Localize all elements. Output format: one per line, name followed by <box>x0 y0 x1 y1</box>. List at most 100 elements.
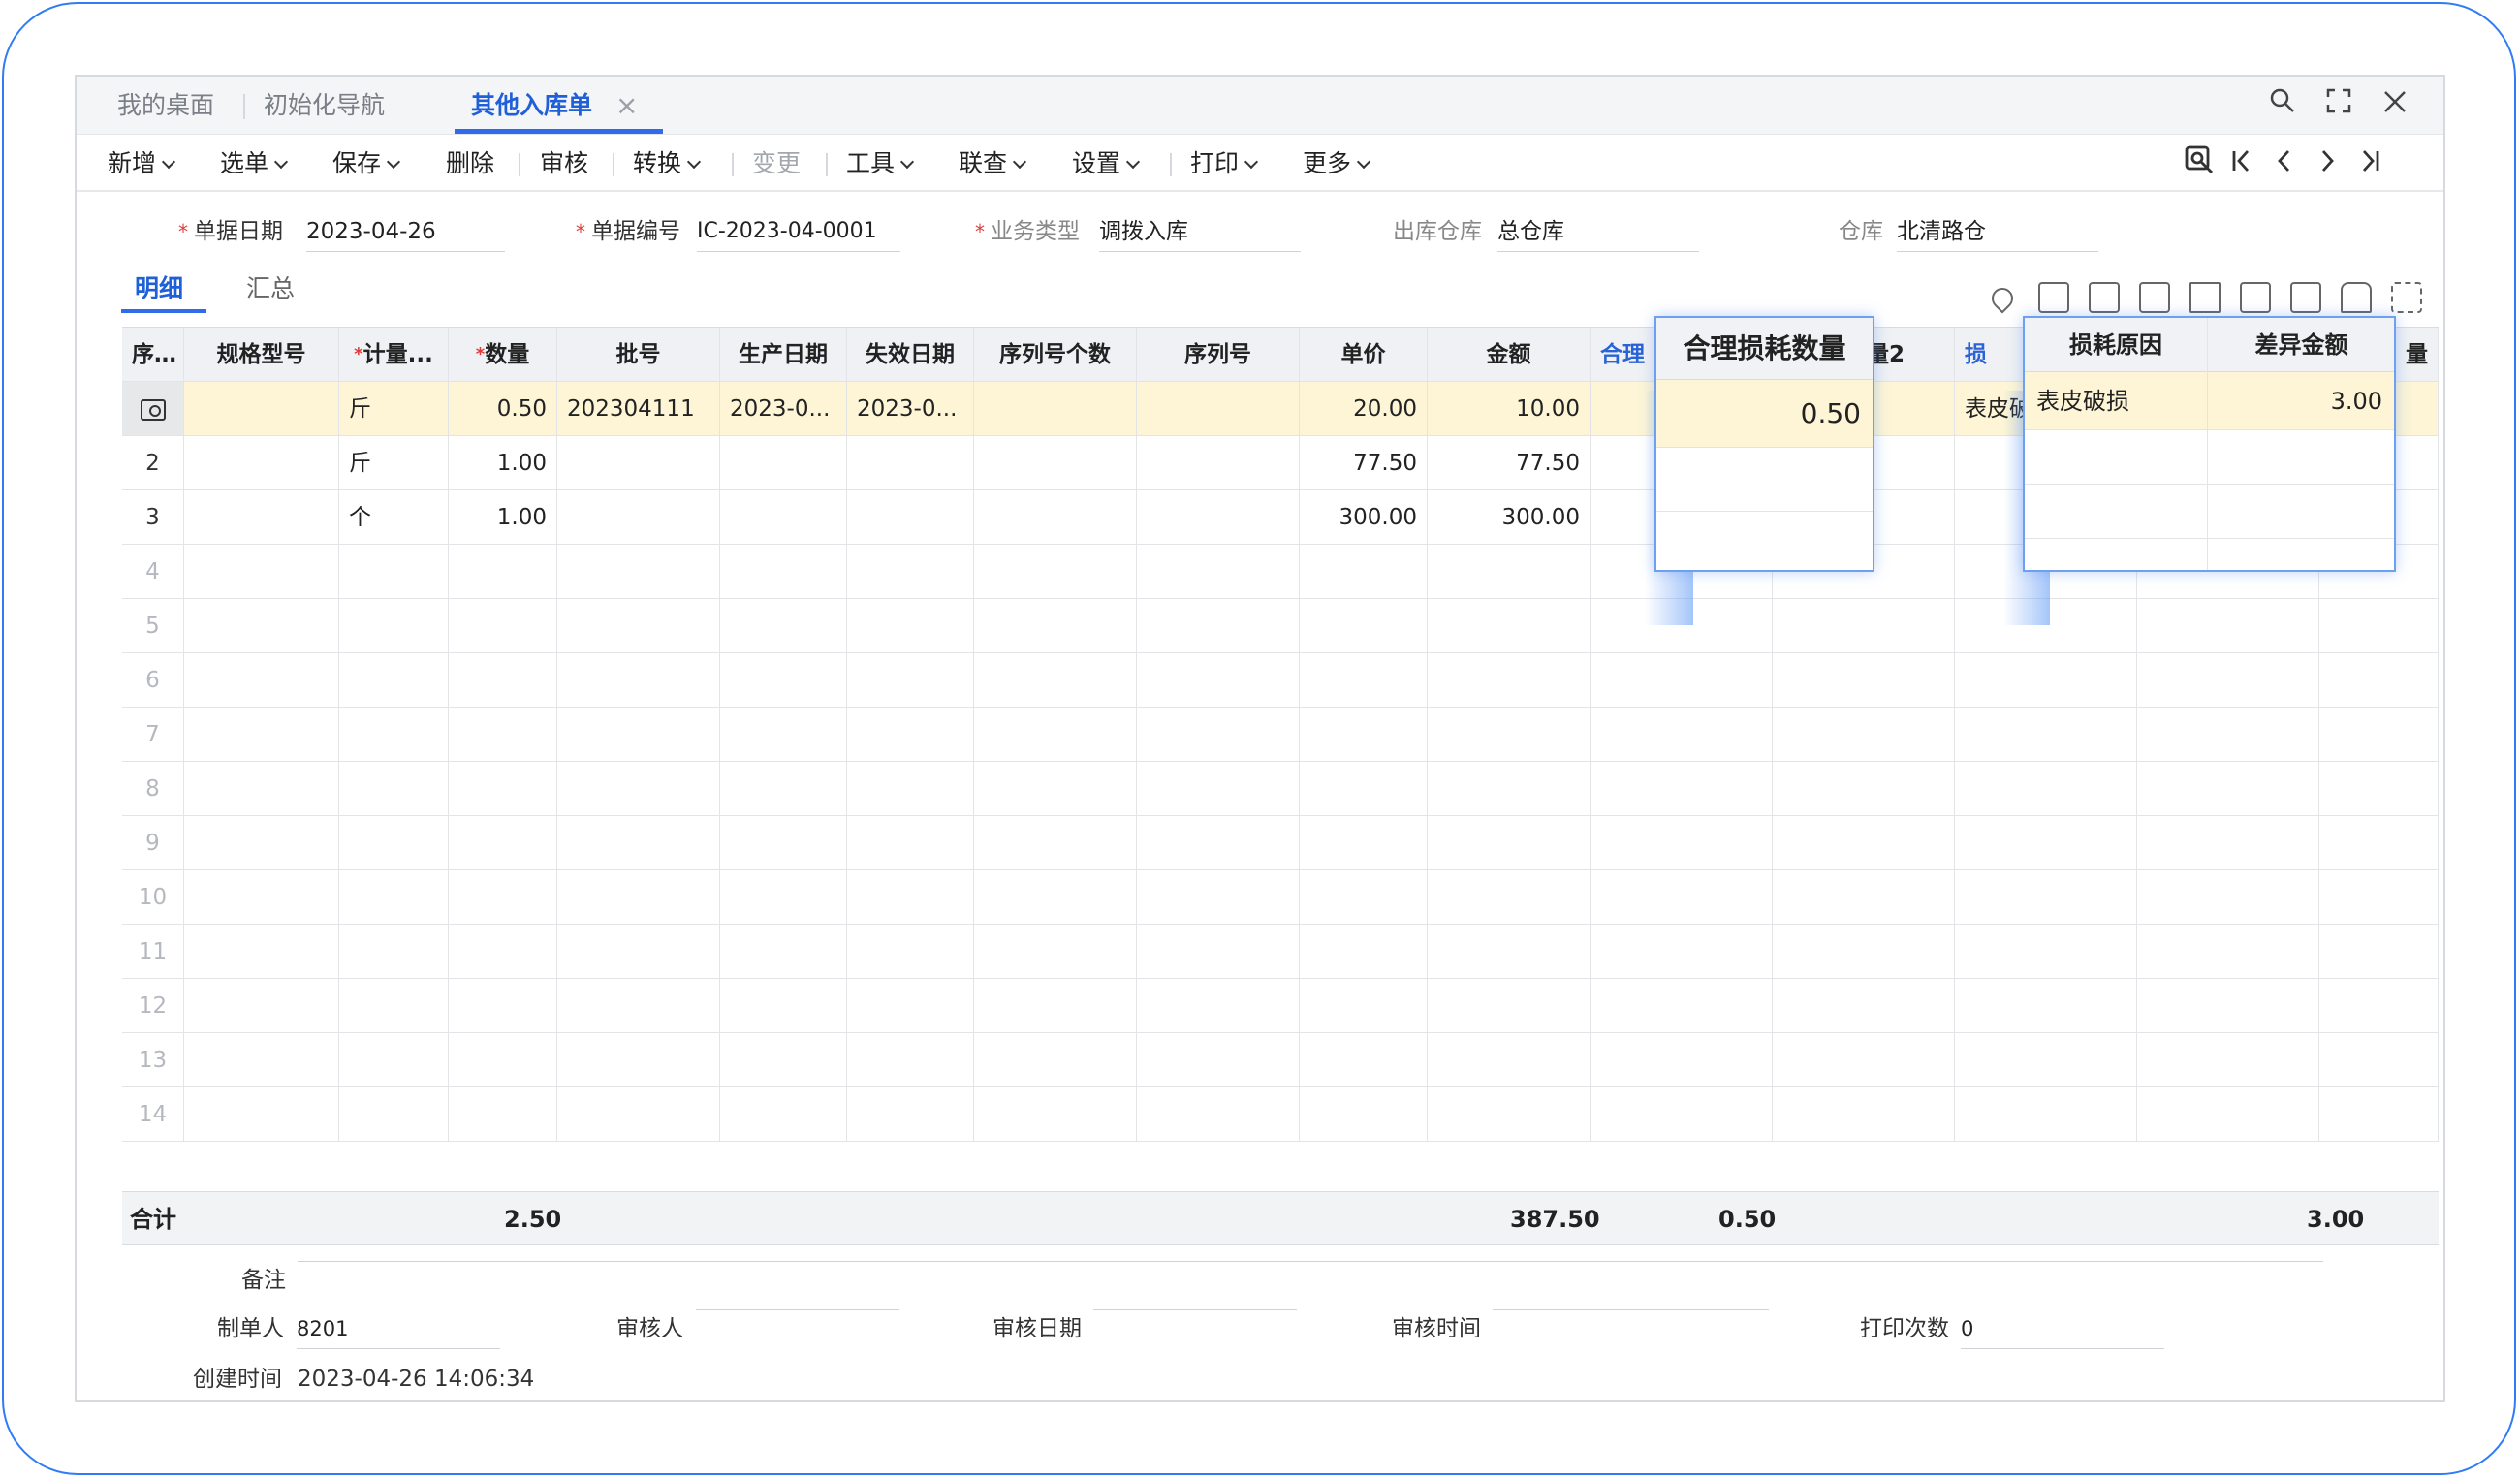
grid-cell[interactable] <box>1773 925 1955 978</box>
grid-cell[interactable] <box>1137 816 1300 869</box>
table-row[interactable]: 12 <box>122 979 2439 1033</box>
grid-cell[interactable] <box>184 599 339 652</box>
grid-cell[interactable] <box>1300 816 1428 869</box>
grid-cell[interactable] <box>449 762 557 815</box>
grid-cell[interactable] <box>1300 599 1428 652</box>
grid-cell[interactable] <box>339 816 449 869</box>
grid-cell[interactable] <box>339 925 449 978</box>
grid-cell[interactable] <box>557 762 720 815</box>
grid-cell[interactable] <box>2319 599 2439 652</box>
grid-cell[interactable] <box>557 708 720 761</box>
expand-grid-icon[interactable] <box>2391 282 2422 313</box>
grid-cell[interactable] <box>1137 1087 1300 1141</box>
remark-input[interactable] <box>298 1261 2323 1262</box>
grid-cell[interactable] <box>1955 925 2137 978</box>
grid-cell[interactable] <box>1591 1087 1773 1141</box>
grid-cell[interactable] <box>1591 979 1773 1032</box>
cell-exp-date[interactable]: 2023-0... <box>847 382 974 435</box>
grid-cell[interactable] <box>557 979 720 1032</box>
grid-cell[interactable] <box>1773 870 1955 924</box>
grid-cell[interactable] <box>1955 653 2137 707</box>
grid-cell[interactable] <box>1137 708 1300 761</box>
cell-sn-count[interactable] <box>974 382 1137 435</box>
grid-cell[interactable] <box>974 599 1137 652</box>
grid-cell[interactable] <box>184 545 339 598</box>
grid-cell[interactable] <box>1591 1033 1773 1086</box>
grid-cell[interactable] <box>1428 653 1591 707</box>
close-icon[interactable] <box>2376 86 2414 125</box>
grid-cell[interactable] <box>184 1087 339 1141</box>
grid-cell[interactable] <box>339 599 449 652</box>
export-icon[interactable] <box>2240 282 2271 313</box>
table-row[interactable]: 11 <box>122 925 2439 979</box>
search-icon[interactable] <box>2263 86 2302 125</box>
grid-cell[interactable] <box>974 1033 1137 1086</box>
cell-mfg-date[interactable] <box>720 436 847 489</box>
print-button[interactable]: 打印 <box>1190 136 1259 192</box>
cell-unit[interactable]: 斤 <box>339 382 449 435</box>
col-header-amount[interactable]: 金额 <box>1428 328 1591 381</box>
grid-cell[interactable] <box>720 762 847 815</box>
grid-cell[interactable] <box>720 1087 847 1141</box>
grid-cell[interactable] <box>557 653 720 707</box>
grid-cell[interactable] <box>2137 870 2319 924</box>
grid-cell[interactable] <box>2319 870 2439 924</box>
loss-reason-callout-row[interactable]: 表皮破损 3.00 <box>2025 372 2394 430</box>
col-header-index[interactable]: 序号 <box>122 328 184 381</box>
cell-qty[interactable]: 1.00 <box>449 436 557 489</box>
grid-cell[interactable] <box>847 1033 974 1086</box>
column-settings-icon[interactable] <box>2290 282 2321 313</box>
grid-cell[interactable] <box>2137 925 2319 978</box>
grid-cell[interactable] <box>720 708 847 761</box>
grid-cell[interactable] <box>720 653 847 707</box>
grid-cell[interactable] <box>974 545 1137 598</box>
grid-cell[interactable] <box>720 816 847 869</box>
grid-cell[interactable] <box>449 545 557 598</box>
cell-amount[interactable]: 10.00 <box>1428 382 1591 435</box>
cell-sn[interactable] <box>1137 436 1300 489</box>
cell-mfg-date[interactable]: 2023-0... <box>720 382 847 435</box>
grid-cell[interactable] <box>1955 979 2137 1032</box>
select-order-button[interactable]: 选单 <box>220 136 289 192</box>
grid-cell[interactable] <box>339 1033 449 1086</box>
grid-cell[interactable] <box>1137 762 1300 815</box>
grid-cell[interactable] <box>1591 653 1773 707</box>
grid-cell[interactable] <box>1773 1033 1955 1086</box>
grid-cell[interactable] <box>847 870 974 924</box>
grid-cell[interactable] <box>1591 870 1773 924</box>
grid-cell[interactable] <box>847 816 974 869</box>
cell-sn[interactable] <box>1137 490 1300 544</box>
doc-date-input[interactable]: 2023-04-26 <box>306 212 505 252</box>
grid-cell[interactable] <box>449 653 557 707</box>
grid-cell[interactable] <box>2319 979 2439 1032</box>
grid-cell[interactable] <box>339 1087 449 1141</box>
loss-reason-callout-value[interactable]: 表皮破损 <box>2025 372 2141 429</box>
table-row[interactable]: 8 <box>122 762 2439 816</box>
grid-cell[interactable] <box>1428 1033 1591 1086</box>
grid-cell[interactable] <box>974 762 1137 815</box>
grid-cell[interactable] <box>1955 816 2137 869</box>
table-row[interactable]: 10 <box>122 870 2439 925</box>
grid-cell[interactable] <box>1591 925 1773 978</box>
prev-record-icon[interactable] <box>2265 144 2304 183</box>
copy-row-icon[interactable] <box>2089 282 2120 313</box>
grid-cell[interactable] <box>847 1087 974 1141</box>
grid-cell[interactable] <box>2137 816 2319 869</box>
grid-cell[interactable] <box>449 1033 557 1086</box>
grid-cell[interactable] <box>557 925 720 978</box>
col-header-sn-count[interactable]: 序列号个数 <box>974 328 1137 381</box>
grid-cell[interactable] <box>974 708 1137 761</box>
cell-sn-count[interactable] <box>974 436 1137 489</box>
grid-cell[interactable] <box>2137 762 2319 815</box>
grid-cell[interactable] <box>1137 545 1300 598</box>
cell-sn-count[interactable] <box>974 490 1137 544</box>
delete-row-icon[interactable] <box>2139 282 2170 313</box>
loss-qty-callout-row[interactable]: 0.50 <box>1656 380 1873 448</box>
grid-cell[interactable] <box>449 870 557 924</box>
grid-cell[interactable] <box>1137 870 1300 924</box>
grid-cell[interactable] <box>1428 816 1591 869</box>
grid-cell[interactable] <box>720 1033 847 1086</box>
new-button[interactable]: 新增 <box>108 136 176 192</box>
cell-spec[interactable] <box>184 382 339 435</box>
cell-mfg-date[interactable] <box>720 490 847 544</box>
